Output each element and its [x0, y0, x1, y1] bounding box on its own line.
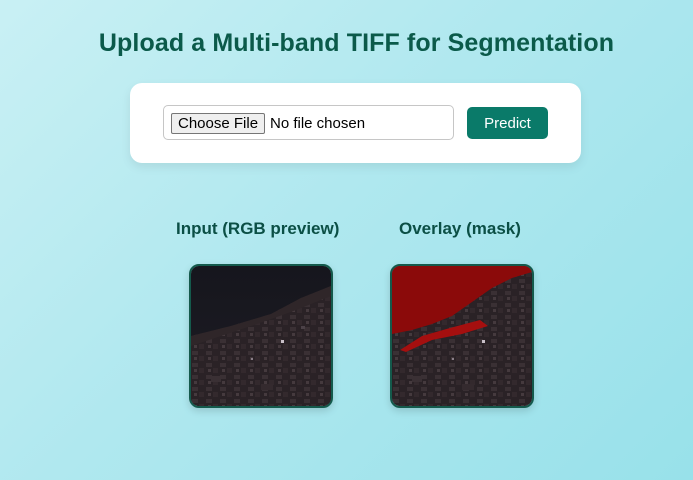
- input-preview-label: Input (RGB preview): [176, 219, 340, 238]
- upload-card: Choose File No file chosen Predict: [130, 83, 581, 163]
- overlay-mask-image: [390, 264, 534, 408]
- input-preview-image: [189, 264, 333, 408]
- choose-file-button[interactable]: Choose File: [171, 113, 266, 134]
- file-status-text: No file chosen: [270, 115, 366, 132]
- page-title: Upload a Multi-band TIFF for Segmentatio…: [98, 29, 615, 57]
- overlay-mask-label: Overlay (mask): [399, 219, 521, 238]
- file-input[interactable]: Choose File No file chosen: [163, 105, 454, 140]
- predict-button[interactable]: Predict: [467, 107, 548, 139]
